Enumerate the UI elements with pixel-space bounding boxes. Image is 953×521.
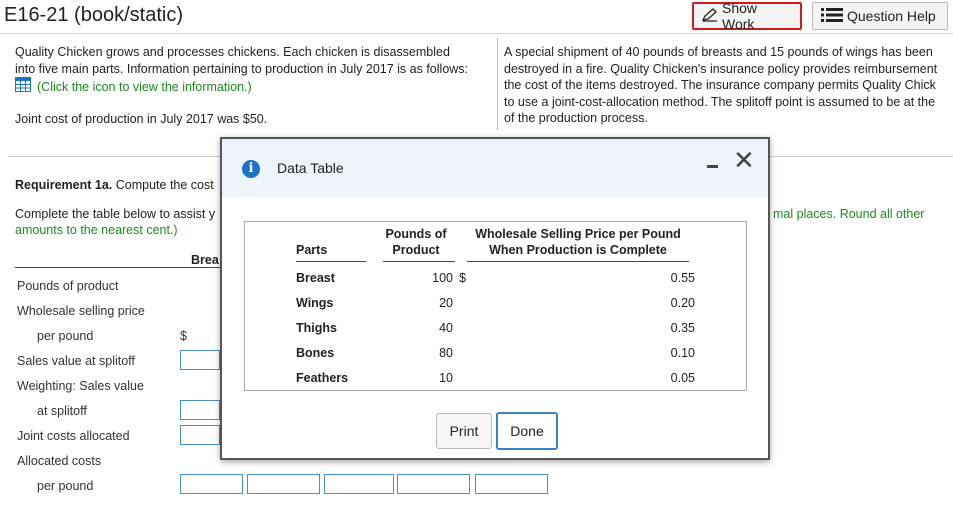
header-rule [383,261,455,262]
part-name: Breast [296,271,335,285]
minimize-icon[interactable] [707,165,718,168]
price-value: 0.05 [670,371,695,385]
show-work-label: Show Work [722,0,758,32]
pounds-value: 20 [439,296,453,310]
requirement-heading: Requirement 1a. Compute the cost [15,177,214,194]
column-header-line: Wholesale Selling Price per Pound [475,227,681,241]
question-help-label: Question Help [847,8,936,24]
sales-value-input[interactable] [180,350,220,370]
joint-cost-input[interactable] [180,425,220,445]
allocated-cost-input[interactable] [247,474,320,494]
problem-line: destroyed in a fire. Quality Chicken's i… [504,61,938,76]
column-header-line: Product [392,243,440,257]
requirement-label: Requirement 1a. [15,178,113,192]
row-label: per pound [37,329,94,343]
price-value: 0.10 [670,346,695,360]
instruction-line: Complete the table below to assist y [15,207,216,221]
pounds-value: 100 [432,271,453,285]
problem-line: A special shipment of 40 pounds of breas… [504,45,933,59]
problem-line: Quality Chicken grows and processes chic… [15,45,450,59]
close-icon[interactable]: ✕ [733,147,755,173]
allocated-cost-input[interactable] [324,474,394,494]
table-header-rule [15,267,220,268]
header-divider [0,33,953,34]
weighting-input[interactable] [180,400,220,420]
print-button[interactable]: Print [436,413,492,449]
row-label: Pounds of product [17,279,119,293]
problem-line: the cost of the items destroyed. The ins… [504,78,936,92]
header-rule [296,261,366,262]
list-icon [821,7,843,25]
problem-line: of the production process. [504,111,648,125]
info-icon: i [242,160,260,178]
row-label: at splitoff [37,404,87,418]
done-button[interactable]: Done [496,412,558,450]
header-rule [467,261,689,262]
row-label: Allocated costs [17,454,102,468]
column-header-line: Pounds of [385,227,447,241]
price-value: 0.55 [670,271,695,285]
row-label: per pound [37,479,94,493]
column-header-line: When Production is Complete [489,243,667,257]
question-help-button[interactable]: Question Help [812,2,948,30]
view-info-link[interactable]: (Click the icon to view the information.… [37,79,252,96]
dollar-sign: $ [459,271,466,285]
pounds-value: 80 [439,346,453,360]
instruction-line-right: mal places. Round all other [773,207,925,221]
problem-text-left: Quality Chicken grows and processes chic… [15,44,495,97]
column-header-breast: Brea [191,253,219,267]
allocated-cost-input[interactable] [180,474,243,494]
page-title: E16-21 (book/static) [4,4,183,26]
price-value: 0.35 [670,321,695,335]
part-name: Bones [296,346,335,360]
table-icon[interactable] [15,77,31,97]
column-header-price: Wholesale Selling Price per Pound When P… [467,226,689,258]
problem-line: to use a joint-cost-allocation method. T… [504,94,936,109]
dialog-title: Data Table [277,160,344,176]
problem-text-right: A special shipment of 40 pounds of breas… [504,44,953,127]
requirement-text: Compute the cost [115,178,214,192]
column-header-pounds: Pounds of Product [375,226,457,258]
row-label: Sales value at splitoff [17,354,135,368]
show-work-button[interactable]: Show Work [692,0,802,32]
column-header-parts: Parts [296,243,328,257]
joint-cost-text: Joint cost of production in July 2017 wa… [15,112,268,126]
allocated-cost-input[interactable] [397,474,470,494]
row-label: Wholesale selling price [17,304,145,318]
part-name: Feathers [296,371,349,385]
pencil-icon [701,7,718,25]
data-table: Parts Pounds of Product Wholesale Sellin… [244,221,747,391]
problem-line: into five main parts. Information pertai… [15,61,469,76]
pounds-value: 10 [439,371,453,385]
row-label: Joint costs allocated [17,429,130,443]
data-table-dialog: i Data Table ✕ Parts Pounds of Product W… [220,137,770,460]
allocated-cost-input[interactable] [475,474,548,494]
pounds-value: 40 [439,321,453,335]
instruction-line: amounts to the nearest cent.) [15,223,178,237]
dollar-sign: $ [180,329,187,343]
part-name: Wings [296,296,334,310]
price-value: 0.20 [670,296,695,310]
part-name: Thighs [296,321,337,335]
row-label: Weighting: Sales value [17,379,144,393]
column-divider [497,38,498,130]
